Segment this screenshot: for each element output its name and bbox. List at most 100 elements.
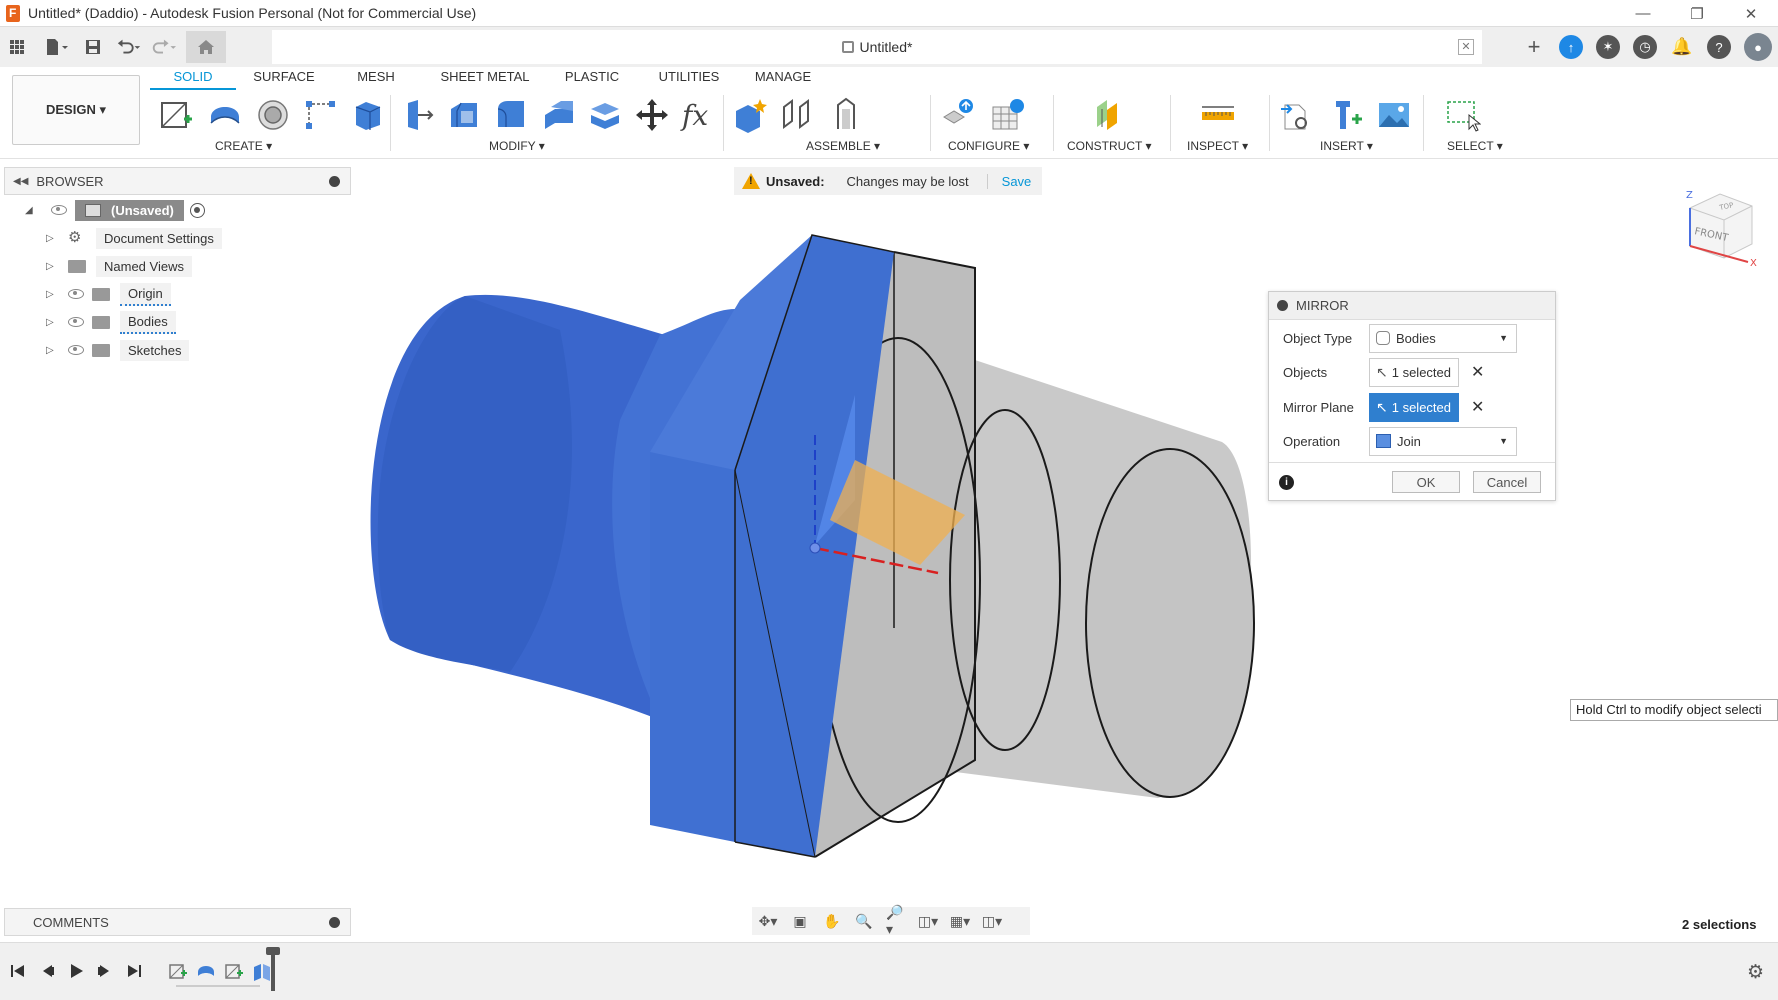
go-to-end-icon[interactable] (124, 961, 144, 981)
tab-manage[interactable]: MANAGE (746, 69, 820, 90)
info-icon[interactable]: i (1279, 475, 1294, 490)
expand-triangle-icon[interactable]: ▷ (46, 345, 56, 356)
pattern-icon[interactable] (301, 95, 341, 135)
new-tab-plus-icon[interactable]: + (1522, 34, 1546, 59)
create-menu[interactable]: CREATE ▾ (215, 139, 272, 153)
visibility-eye-icon[interactable] (68, 317, 84, 327)
expand-triangle-icon[interactable]: ▷ (46, 289, 56, 300)
tab-solid[interactable]: SOLID (150, 69, 236, 90)
configuration-table-icon[interactable] (987, 95, 1027, 135)
modify-menu[interactable]: MODIFY ▾ (489, 139, 545, 153)
minimize-button[interactable]: — (1616, 0, 1670, 27)
file-menu-icon[interactable] (44, 34, 70, 60)
change-parameters-icon[interactable]: fx (678, 95, 718, 135)
insert-derive-icon[interactable] (1277, 95, 1317, 135)
configure-icon[interactable] (938, 95, 978, 135)
timeline-mirror-icon[interactable] (252, 961, 272, 981)
new-component-icon[interactable] (730, 95, 770, 135)
tab-mesh[interactable]: MESH (340, 69, 412, 90)
ok-button[interactable]: OK (1392, 471, 1460, 493)
tab-surface[interactable]: SURFACE (240, 69, 328, 90)
insert-menu[interactable]: INSERT ▾ (1320, 139, 1373, 153)
undo-icon[interactable] (116, 34, 142, 60)
home-tab-button[interactable] (186, 31, 226, 63)
inspect-menu[interactable]: INSPECT ▾ (1187, 139, 1248, 153)
measure-icon[interactable] (1198, 95, 1238, 135)
job-status-icon[interactable]: ↑ (1559, 35, 1583, 59)
orbit-icon[interactable]: ✥▾ (758, 912, 778, 930)
close-window-button[interactable]: ✕ (1724, 0, 1778, 27)
tree-item-origin[interactable]: ▷ Origin (46, 282, 171, 306)
clear-objects-icon[interactable]: ✕ (1471, 362, 1484, 382)
notification-bell-icon[interactable]: 🔔 (1670, 35, 1694, 59)
object-type-select[interactable]: Bodies ▼ (1369, 323, 1517, 353)
shell-icon[interactable] (539, 95, 579, 135)
save-icon[interactable] (80, 34, 106, 60)
timeline-extrude-icon[interactable] (196, 961, 216, 981)
root-component-label[interactable]: (Unsaved) (75, 199, 184, 221)
visibility-eye-icon[interactable] (51, 205, 67, 215)
visibility-eye-icon[interactable] (68, 289, 84, 299)
pan-hand-icon[interactable]: ✋ (822, 912, 842, 930)
save-link[interactable]: Save (986, 173, 1031, 189)
zoom-icon[interactable]: 🔍 (854, 912, 874, 930)
press-pull-icon[interactable] (398, 95, 438, 135)
select-menu[interactable]: SELECT ▾ (1447, 139, 1503, 153)
fit-zoom-icon[interactable]: 🔎▾ (886, 904, 906, 937)
operation-select[interactable]: Join ▼ (1369, 426, 1517, 456)
as-built-joint-icon[interactable] (826, 95, 866, 135)
add-comment-icon[interactable] (329, 917, 340, 928)
display-settings-icon[interactable]: ◫▾ (918, 912, 938, 930)
play-icon[interactable] (66, 961, 86, 981)
cancel-button[interactable]: Cancel (1473, 471, 1541, 493)
go-to-start-icon[interactable] (8, 961, 28, 981)
data-panel-grid-icon[interactable] (4, 34, 30, 60)
close-document-icon[interactable]: ✕ (1458, 39, 1474, 55)
expand-triangle-icon[interactable]: ◢ (25, 205, 35, 216)
expand-triangle-icon[interactable]: ▷ (46, 317, 56, 328)
tab-sheet-metal[interactable]: SHEET METAL (430, 69, 540, 90)
joint-icon[interactable] (778, 95, 818, 135)
clock-icon[interactable]: ◷ (1633, 35, 1657, 59)
visibility-eye-icon[interactable] (68, 345, 84, 355)
browser-collapse-icon[interactable]: ◀◀ (13, 176, 28, 187)
user-avatar[interactable]: ● (1744, 33, 1772, 61)
objects-selection-field[interactable]: ↖ 1 selected (1369, 357, 1459, 387)
redo-icon[interactable] (150, 34, 176, 60)
tree-item-document-settings[interactable]: ▷ ⚙ Document Settings (46, 226, 222, 250)
chamfer-icon[interactable] (492, 95, 532, 135)
tree-item-named-views[interactable]: ▷ Named Views (46, 254, 192, 278)
expand-triangle-icon[interactable]: ▷ (46, 233, 56, 244)
select-window-icon[interactable] (1443, 95, 1483, 135)
activate-radio-icon[interactable] (189, 202, 205, 218)
insert-mcmaster-icon[interactable] (1326, 95, 1366, 135)
timeline-marker[interactable] (271, 949, 275, 991)
view-cube[interactable]: TOP FRONT Z X (1682, 186, 1760, 268)
tab-utilities[interactable]: UTILITIES (644, 69, 734, 90)
move-copy-icon[interactable] (632, 95, 672, 135)
canvas-viewport[interactable] (0, 160, 1778, 940)
browser-panel-header[interactable]: ◀◀ BROWSER (4, 167, 351, 195)
timeline-sketch-icon[interactable] (168, 961, 188, 981)
extrude-icon[interactable] (205, 95, 245, 135)
tree-item-sketches[interactable]: ▷ Sketches (46, 338, 190, 362)
clear-mirror-plane-icon[interactable]: ✕ (1471, 397, 1484, 417)
step-back-icon[interactable] (38, 961, 58, 981)
timeline-marker-handle[interactable] (266, 947, 280, 955)
fillet-icon[interactable] (445, 95, 485, 135)
help-icon[interactable]: ? (1707, 35, 1731, 59)
tab-plastic[interactable]: PLASTIC (554, 69, 630, 90)
configure-menu[interactable]: CONFIGURE ▾ (948, 139, 1029, 153)
restore-button[interactable]: ❐ (1670, 0, 1724, 27)
timeline-settings-gear-icon[interactable]: ⚙ (1747, 961, 1764, 984)
offset-plane-icon[interactable] (1089, 95, 1129, 135)
tree-root[interactable]: ◢ (Unsaved) (25, 198, 205, 222)
workspace-switcher[interactable]: DESIGN ▾ (12, 75, 140, 145)
insert-canvas-icon[interactable] (1374, 95, 1414, 135)
construct-menu[interactable]: CONSTRUCT ▾ (1067, 139, 1151, 153)
expand-triangle-icon[interactable]: ▷ (46, 261, 56, 272)
viewports-icon[interactable]: ◫▾ (982, 912, 1002, 930)
comments-panel-header[interactable]: COMMENTS (4, 908, 351, 936)
tree-item-bodies[interactable]: ▷ Bodies (46, 310, 176, 334)
timeline-sketch-icon[interactable] (224, 961, 244, 981)
